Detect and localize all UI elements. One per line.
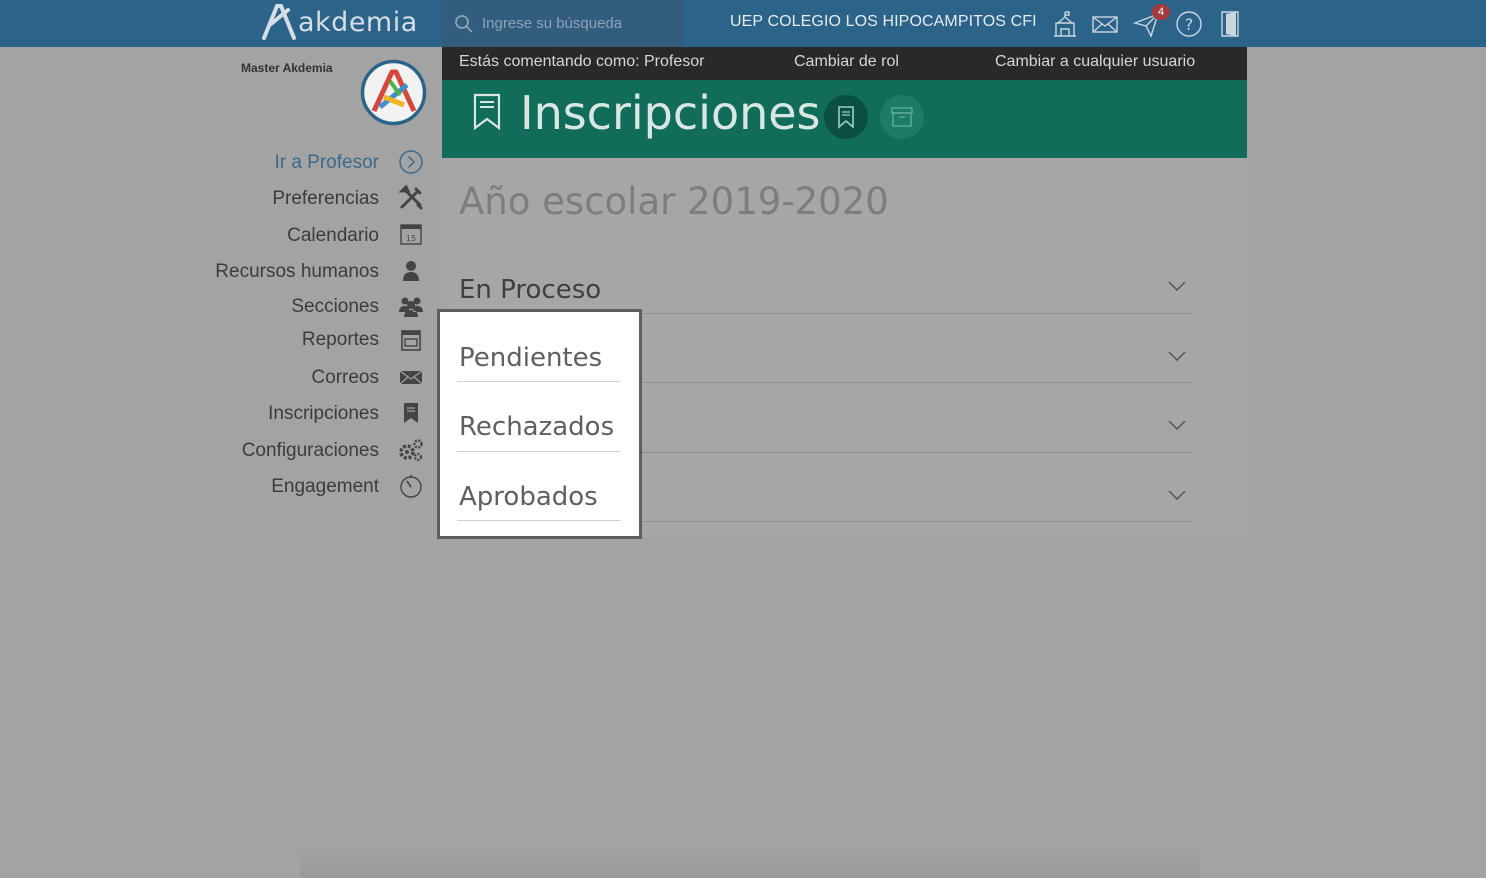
- sidebar-item-label: Correos: [311, 367, 379, 388]
- change-user-link[interactable]: Cambiar a cualquier usuario: [995, 53, 1195, 71]
- notification-badge: 4: [1152, 4, 1170, 20]
- bookmark-outline-icon: [473, 93, 501, 131]
- chevron-down-icon[interactable]: [1168, 490, 1186, 500]
- sidebar-item-label: Calendario: [287, 225, 379, 246]
- avatar[interactable]: [360, 59, 427, 126]
- akdemia-logo-icon: [262, 4, 296, 40]
- sidebar-item-correos[interactable]: Correos: [311, 367, 379, 389]
- highlight-item-aprobados[interactable]: Aprobados: [457, 477, 620, 521]
- search-icon: [455, 14, 473, 33]
- sidebar-item-inscripciones[interactable]: Inscripciones: [268, 403, 379, 425]
- accordion-label: Pendientes: [459, 343, 603, 373]
- highlight-item-pendientes[interactable]: Pendientes: [457, 338, 620, 382]
- person-icon[interactable]: [398, 258, 424, 284]
- highlight-callout: Pendientes Rechazados Aprobados: [440, 312, 639, 536]
- archive-tab-button[interactable]: [880, 95, 924, 139]
- sidebar-item-configuraciones[interactable]: Configuraciones: [242, 440, 379, 462]
- sidebar-item-calendario[interactable]: Calendario: [287, 225, 379, 247]
- chevron-down-icon[interactable]: [1168, 281, 1186, 291]
- search-input[interactable]: Ingrese su búsqueda: [482, 15, 622, 32]
- bookmark-icon: [838, 106, 854, 129]
- sidebar-item-label: Configuraciones: [241, 440, 379, 461]
- sidebar-item-label: Engagement: [271, 476, 379, 497]
- chevron-down-icon[interactable]: [1168, 420, 1186, 430]
- role-bar: Estás comentando como: Profesor Cambiar …: [442, 47, 1247, 80]
- search-box[interactable]: Ingrese su búsqueda: [442, 0, 684, 47]
- help-icon[interactable]: ?: [1174, 9, 1204, 39]
- accordion-label: Aprobados: [459, 482, 598, 512]
- school-year-title: Año escolar 2019-2020: [459, 180, 889, 223]
- chevron-right-circle-icon[interactable]: [398, 149, 424, 175]
- archive-icon: [891, 107, 913, 127]
- sidebar-item-label: Secciones: [291, 296, 379, 317]
- envelope-icon[interactable]: [398, 364, 424, 390]
- sidebar-item-label: Ir a Profesor: [274, 152, 379, 173]
- sidebar-item-engagement[interactable]: Engagement: [271, 476, 379, 498]
- sidebar-item-recursos-humanos[interactable]: Recursos humanos: [215, 261, 379, 283]
- timer-icon[interactable]: [398, 473, 424, 499]
- school-icon[interactable]: [1050, 9, 1080, 39]
- page-title: Inscripciones: [520, 86, 821, 140]
- accordion-en-proceso[interactable]: En Proceso: [459, 268, 1192, 314]
- tools-icon[interactable]: [398, 185, 424, 211]
- sidebar-item-secciones[interactable]: Secciones: [291, 296, 379, 318]
- calendar-day: 15: [406, 234, 416, 243]
- accordion-label: Rechazados: [459, 412, 615, 442]
- sidebar-item-label: Preferencias: [272, 188, 379, 209]
- gears-icon[interactable]: [398, 437, 424, 463]
- svg-text:?: ?: [1185, 15, 1194, 34]
- sidebar-item-label: Inscripciones: [268, 403, 379, 424]
- school-name[interactable]: UEP COLEGIO LOS HIPOCAMPITOS CFI: [730, 13, 1037, 31]
- sidebar-item-label: Reportes: [301, 329, 379, 350]
- user-name: Master Akdemia: [241, 61, 333, 75]
- change-role-link[interactable]: Cambiar de rol: [794, 53, 899, 71]
- chevron-down-icon[interactable]: [1168, 351, 1186, 361]
- sidebar-item-preferencias[interactable]: Preferencias: [272, 188, 379, 210]
- bottom-shadow: [300, 848, 1200, 878]
- commenting-as-label: Estás comentando como: Profesor: [459, 53, 705, 70]
- mail-icon[interactable]: [1090, 9, 1120, 39]
- inscriptions-tab-button[interactable]: [824, 95, 868, 139]
- accordion-label: En Proceso: [459, 275, 602, 305]
- sidebar-item-label: Recursos humanos: [215, 261, 379, 282]
- brand-name: akdemia: [298, 6, 418, 38]
- report-icon[interactable]: [398, 327, 424, 353]
- group-icon[interactable]: [398, 293, 424, 319]
- sidebar-item-reportes[interactable]: Reportes: [302, 329, 379, 351]
- brand-logo[interactable]: akdemia: [262, 4, 418, 40]
- sidebar-item-ir-a-profesor[interactable]: Ir a Profesor: [274, 152, 379, 174]
- calendar-icon[interactable]: 15: [398, 221, 424, 247]
- logout-icon[interactable]: [1216, 9, 1246, 39]
- highlight-item-rechazados[interactable]: Rechazados: [457, 407, 620, 452]
- bookmark-icon[interactable]: [398, 400, 424, 426]
- page-header: Inscripciones: [442, 80, 1247, 158]
